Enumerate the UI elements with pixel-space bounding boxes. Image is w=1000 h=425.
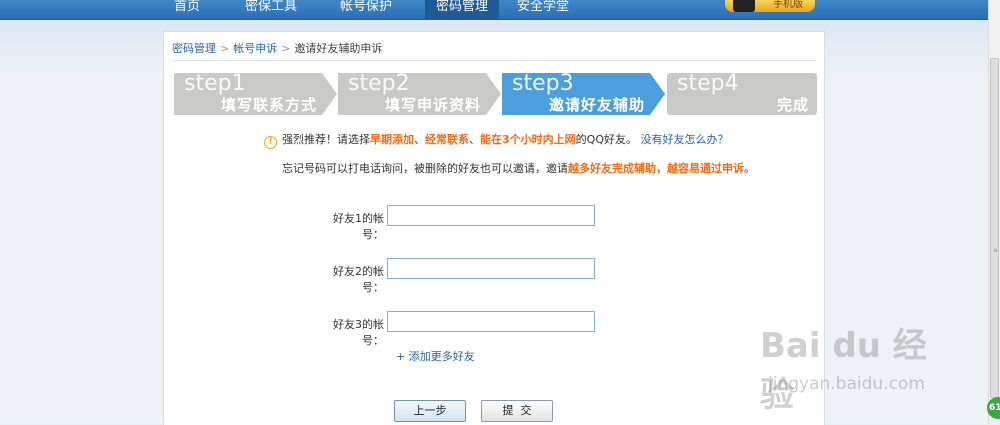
submit-button[interactable]: 提 交 [481, 400, 553, 422]
friend-1-label: 好友1的帐号： [333, 212, 384, 241]
step-number: step2 [348, 71, 410, 96]
nav-item-security-school[interactable]: 安全学堂 [500, 0, 586, 19]
vertical-scrollbar[interactable]: ≡ [988, 0, 1000, 424]
friend-3-account-input[interactable] [387, 311, 595, 332]
breadcrumb-current: 邀请好友辅助申诉 [294, 42, 383, 55]
friend-3-label: 好友3的帐号： [333, 318, 384, 347]
nav-item-security-tools[interactable]: 密保工具 [236, 0, 306, 19]
tip-text: 、 [469, 133, 480, 146]
breadcrumb-separator: > [220, 42, 230, 55]
tip-highlight: 经常联系 [425, 133, 469, 146]
add-more-friends-link[interactable]: + 添加更多好友 [396, 348, 475, 364]
step-number: step1 [184, 71, 246, 96]
scrollbar-grip-icon: ≡ [993, 247, 999, 254]
nav-item-password-management[interactable]: 密码管理 [425, 0, 499, 19]
nav-item-account-protection[interactable]: 帐号保护 [330, 0, 402, 19]
warning-icon: ! [264, 136, 277, 149]
friend-1-account-input[interactable] [387, 205, 595, 226]
tip-text: 强烈推荐！请选择 [282, 133, 370, 146]
top-nav: 首页 密保工具 帐号保护 密码管理 安全学堂 手机版 [0, 0, 988, 20]
recommendation-tip: ! 强烈推荐！请选择早期添加、经常联系、能在3个小时内上网的QQ好友。 没有好友怎… [264, 131, 728, 149]
step-label: 邀请好友辅助 [548, 96, 645, 114]
watermark-subtitle: jingyan.baidu.com [768, 374, 925, 394]
main-panel: 密码管理 > 帐号申诉 > 邀请好友辅助申诉 step1 填写联系方式 step2 填写… [163, 31, 825, 425]
phone-icon [733, 0, 755, 12]
tip-text: 忘记号码可以打电话询问，被删除的好友也可以邀请，邀请 [282, 162, 568, 175]
no-friends-help-link[interactable]: 没有好友怎么办？ [640, 133, 728, 146]
tip-highlight: 越多好友完成辅助，越容易通过申诉 [568, 162, 744, 175]
tip-text: 。 [744, 162, 755, 175]
breadcrumb-divider [172, 60, 816, 61]
step-number: step4 [677, 71, 739, 96]
step-label: 完成 [776, 96, 809, 114]
breadcrumb: 密码管理 > 帐号申诉 > 邀请好友辅助申诉 [172, 40, 382, 56]
tip-highlight: 早期添加 [370, 133, 414, 146]
step-3: step3 邀请好友辅助 [502, 71, 667, 115]
tip-highlight: 能在3个小时内上网 [480, 133, 576, 146]
step-label: 填写联系方式 [220, 96, 317, 114]
step-label: 填写申诉资料 [384, 96, 481, 114]
step-2: step2 填写申诉资料 [338, 71, 503, 115]
nav-item-home[interactable]: 首页 [163, 0, 211, 19]
step-4: step4 完成 [667, 71, 817, 115]
step-1: step1 填写联系方式 [174, 71, 339, 115]
baidu-watermark: Bai du 经验 jingyan.baidu.com [760, 318, 960, 415]
invite-tip: 忘记号码可以打电话询问，被删除的好友也可以邀请，邀请越多好友完成辅助，越容易通过… [282, 160, 755, 176]
tip-text: 、 [414, 133, 425, 146]
breadcrumb-account-appeal[interactable]: 帐号申诉 [233, 42, 277, 55]
watermark-title: Bai du 经验 [760, 326, 927, 415]
step-number: step3 [512, 71, 574, 96]
friend-2-label: 好友2的帐号： [333, 265, 384, 294]
previous-step-button[interactable]: 上一步 [394, 400, 466, 422]
mobile-version-label: 手机版 [773, 0, 803, 10]
tip-text: 的QQ好友。 [575, 133, 637, 146]
breadcrumb-password-management[interactable]: 密码管理 [172, 42, 216, 55]
mobile-version-badge[interactable]: 手机版 [725, 0, 815, 12]
breadcrumb-separator: > [281, 42, 291, 55]
friend-2-account-input[interactable] [387, 258, 595, 279]
scrollbar-thumb[interactable]: ≡ [990, 58, 999, 398]
